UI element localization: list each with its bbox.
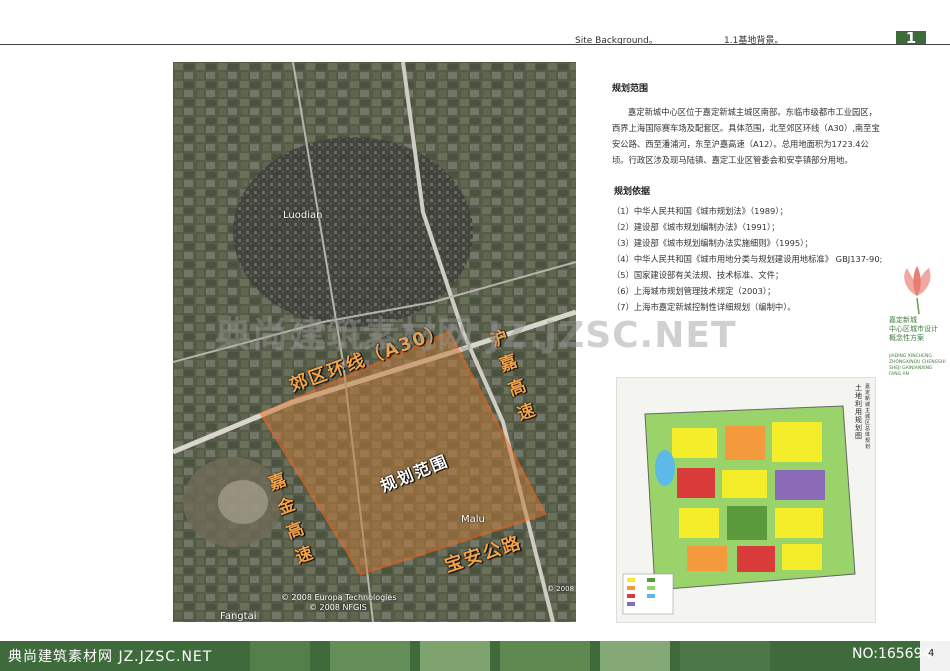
- page-number: 4: [928, 648, 935, 659]
- landuse-map: 嘉定新城主城区总体规划 土地利用规划图: [616, 377, 876, 623]
- map-vertical-title-1: 嘉定新城主城区总体规划: [865, 384, 871, 450]
- list-item: （3）建设部《城市规划编制办法实施细则》（1995）；: [612, 238, 813, 248]
- list-item: （1）中华人民共和国《城市规划法》（1989）；: [612, 206, 788, 216]
- list-item: （5）国家建设部有关法规、技术标准、文件；: [612, 270, 784, 280]
- footer-site-name: 典尚建筑素材网 JZ.JZSC.NET: [8, 649, 213, 665]
- footer-serial: NO:165694: [852, 646, 932, 662]
- basis-list: （1）中华人民共和国《城市规划法》（1989）； （2）建设部《城市规划编制办法…: [612, 203, 892, 315]
- page-badge: 1: [896, 31, 926, 46]
- basis-title: 规划依据: [614, 187, 651, 197]
- side-pinyin: JIADING XINCHENG ZHONGXINQU CHENGSHI SHE…: [889, 354, 946, 377]
- map-credit: © 2008 Europa Technologies © 2008 NFGIS: [281, 593, 397, 612]
- landuse-map-drawing: [617, 378, 875, 622]
- map-vertical-title-2: 土地利用规划图: [855, 384, 862, 440]
- place-luodian: Luodian: [283, 210, 323, 221]
- map-credit-year: © 2008: [547, 585, 575, 593]
- scope-title: 规划范围: [612, 84, 649, 94]
- scope-text: 嘉定新城中心区位于嘉定新城主城区南部。东临市级都市工业园区，西界上海国际赛车场及…: [612, 107, 880, 165]
- list-item: （2）建设部《城市规划编制办法》（1991）；: [612, 222, 780, 232]
- list-item: （6）上海城市规划管理技术规定（2003）；: [612, 286, 776, 296]
- place-fangtai: Fangtai: [220, 611, 257, 622]
- side-title: 嘉定新城 中心区城市设计 概念性方案: [889, 316, 938, 342]
- watermark: 典尚建筑素材网 JZ.JZSC.NET: [215, 315, 737, 356]
- place-malu: Malu: [461, 514, 485, 525]
- header-divider: [0, 44, 950, 45]
- list-item: （4）中华人民共和国《城市用地分类与规划建设用地标准》 GBJ137-90;: [612, 254, 883, 264]
